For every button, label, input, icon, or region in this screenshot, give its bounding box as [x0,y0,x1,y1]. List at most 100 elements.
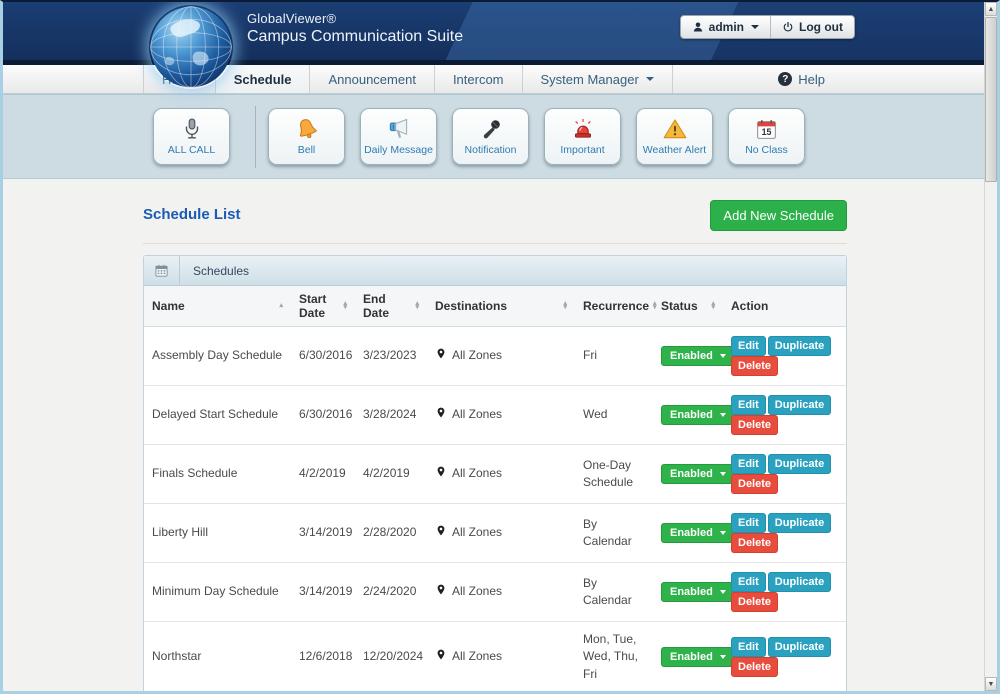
cell-status: Enabled [653,504,723,563]
delete-button[interactable]: Delete [731,592,778,612]
nav-item-label: System Manager [541,72,639,87]
status-dropdown-button[interactable]: Enabled [661,582,735,602]
column-header-start-date[interactable]: Start Date▴▾ [291,286,355,327]
cell-action: EditDuplicateDelete [723,445,846,504]
cell-end-date: 3/23/2023 [355,327,427,386]
sort-icon: ▴▾ [411,302,419,310]
cell-end-date: 4/2/2019 [355,445,427,504]
quick-action-toolbar: ALL CALL Bell Daily Message Notification Imp… [3,94,997,179]
duplicate-button[interactable]: Duplicate [768,637,832,657]
duplicate-button[interactable]: Duplicate [768,513,832,533]
status-dropdown-button[interactable]: Enabled [661,346,735,366]
title-divider [143,243,847,244]
toolbar-button-bell[interactable]: Bell [268,108,345,165]
nav-item-help[interactable]: ? Help [778,65,825,93]
cell-destinations: All Zones [427,445,575,504]
nav-item-intercom[interactable]: Intercom [435,65,523,93]
chevron-down-icon [720,590,726,594]
column-label: Name [152,299,185,313]
app-header: GlobalViewer® Campus Communication Suite… [3,2,997,60]
cell-start-date: 4/2/2019 [291,445,355,504]
status-dropdown-button[interactable]: Enabled [661,464,735,484]
duplicate-button[interactable]: Duplicate [768,395,832,415]
globe-icon [149,5,233,89]
edit-button[interactable]: Edit [731,513,766,533]
column-header-destinations[interactable]: Destinations▴▾ [427,286,575,327]
column-label: End Date [363,292,411,320]
admin-menu-button[interactable]: admin [681,16,770,38]
status-dropdown-button[interactable]: Enabled [661,405,735,425]
brand-name: GlobalViewer® [247,11,997,27]
column-header-name[interactable]: Name▴ [144,286,291,327]
edit-button[interactable]: Edit [731,336,766,356]
toolbar-button-label: Important [560,145,604,157]
duplicate-button[interactable]: Duplicate [768,572,832,592]
duplicate-button[interactable]: Duplicate [768,454,832,474]
cell-destinations: All Zones [427,622,575,693]
delete-button[interactable]: Delete [731,415,778,435]
scrollbar-thumb[interactable] [985,17,997,182]
globe-logo [149,5,233,89]
brand-subtitle: Campus Communication Suite [247,27,997,47]
help-icon: ? [778,72,792,86]
edit-button[interactable]: Edit [731,454,766,474]
cell-recurrence: By Calendar [575,504,653,563]
scrollbar-up-arrow[interactable]: ▲ [985,2,997,16]
column-label: Destinations [435,299,507,313]
delete-button[interactable]: Delete [731,533,778,553]
calendar-icon [154,263,169,278]
delete-button[interactable]: Delete [731,356,778,376]
edit-button[interactable]: Edit [731,637,766,657]
map-pin-icon [435,583,447,601]
chevron-down-icon [720,472,726,476]
cell-name: Northstar [144,622,291,693]
table-row: Northstar12/6/201812/20/2024All ZonesMon… [144,622,846,693]
status-dropdown-button[interactable]: Enabled [661,523,735,543]
cell-end-date: 12/20/2024 [355,622,427,693]
toolbar-button-no-class[interactable]: 15No Class [728,108,805,165]
handheld-mic-icon [479,116,503,142]
cell-name: Finals Schedule [144,445,291,504]
destinations-label: All Zones [452,583,502,600]
map-pin-icon [435,524,447,542]
toolbar-button-label: Weather Alert [643,145,706,157]
toolbar-button-all-call[interactable]: ALL CALL [153,108,230,165]
toolbar-button-weather-alert[interactable]: Weather Alert [636,108,713,165]
duplicate-button[interactable]: Duplicate [768,336,832,356]
logout-label: Log out [799,20,843,34]
cell-action: EditDuplicateDelete [723,504,846,563]
delete-button[interactable]: Delete [731,657,778,677]
column-header-end-date[interactable]: End Date▴▾ [355,286,427,327]
nav-item-label: Announcement [328,72,415,87]
edit-button[interactable]: Edit [731,572,766,592]
cell-start-date: 3/14/2019 [291,504,355,563]
status-label: Enabled [670,409,713,421]
status-dropdown-button[interactable]: Enabled [661,647,735,667]
status-label: Enabled [670,350,713,362]
logout-button[interactable]: Log out [770,16,854,38]
nav-item-announcement[interactable]: Announcement [310,65,434,93]
nav-item-system-manager[interactable]: System Manager [523,65,673,93]
column-label: Start Date [299,292,339,320]
column-header-status[interactable]: Status▴▾ [653,286,723,327]
scrollbar-down-arrow[interactable]: ▼ [985,677,997,691]
add-new-schedule-button[interactable]: Add New Schedule [710,200,847,231]
vertical-scrollbar[interactable]: ▲ ▼ [984,2,997,691]
edit-button[interactable]: Edit [731,395,766,415]
toolbar-divider [255,106,256,168]
schedules-panel: Schedules Name▴Start Date▴▾End Date▴▾Des… [143,255,847,694]
cell-status: Enabled [653,445,723,504]
map-pin-icon [435,347,447,365]
warning-triangle-icon [662,116,688,142]
toolbar-button-important[interactable]: Important [544,108,621,165]
siren-icon [570,116,596,142]
svg-text:15: 15 [762,127,772,137]
cell-destinations: All Zones [427,327,575,386]
delete-button[interactable]: Delete [731,474,778,494]
status-label: Enabled [670,586,713,598]
toolbar-button-daily-message[interactable]: Daily Message [360,108,437,165]
cell-start-date: 3/14/2019 [291,563,355,622]
table-header-row: Name▴Start Date▴▾End Date▴▾Destinations▴… [144,286,846,327]
column-header-recurrence[interactable]: Recurrence▴▾ [575,286,653,327]
toolbar-button-notification[interactable]: Notification [452,108,529,165]
